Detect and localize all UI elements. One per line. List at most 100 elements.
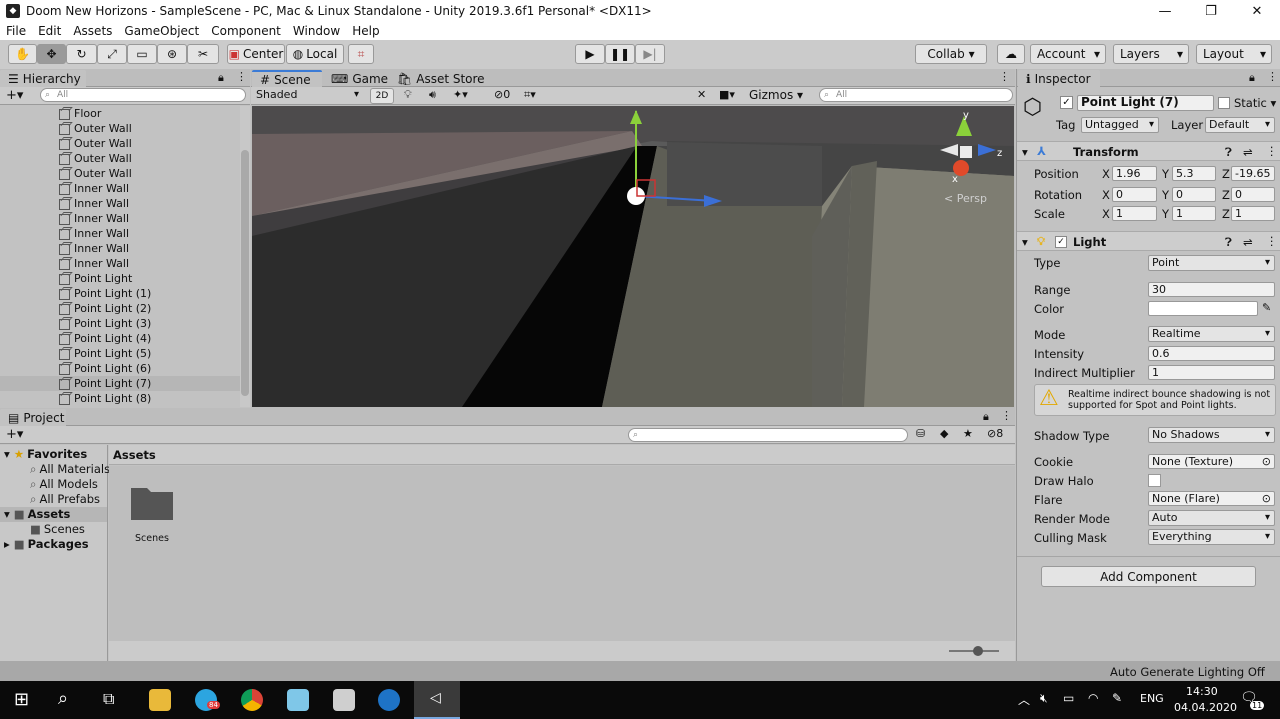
create-dropdown[interactable]: +▾ (6, 427, 23, 442)
static-dropdown[interactable]: Static ▾ (1234, 96, 1276, 110)
culling-mask-dropdown[interactable]: Everything (1148, 529, 1275, 545)
wifi-icon[interactable]: ◠ (1088, 691, 1098, 705)
step-button[interactable]: ▶| (635, 44, 665, 64)
layer-dropdown[interactable]: Default (1205, 117, 1275, 133)
project-tree-item[interactable]: ■ Scenes (0, 522, 107, 537)
layout-dropdown[interactable]: Layout ▾ (1196, 44, 1272, 64)
language-indicator[interactable]: ENG (1140, 692, 1164, 705)
2d-toggle[interactable]: 2D (370, 88, 394, 104)
foldout-arrow-icon[interactable]: ▸ (4, 537, 14, 551)
volume-muted-icon[interactable]: 🔇︎ (1040, 691, 1048, 706)
hierarchy-item[interactable]: Point Light (6) (0, 361, 240, 376)
unity-taskbar-button[interactable]: ◁ (414, 681, 460, 719)
scale-y-field[interactable]: 1 (1172, 206, 1216, 221)
scrollbar-thumb[interactable] (241, 150, 249, 396)
foldout-arrow-icon[interactable]: ▾ (1022, 235, 1028, 249)
object-picker-icon[interactable]: ⊙ (1262, 455, 1271, 468)
gizmos-dropdown[interactable]: Gizmos ▾ (749, 88, 803, 102)
position-x-label[interactable]: X (1102, 167, 1110, 181)
asset-item-scenes[interactable]: Scenes (127, 484, 177, 544)
tab-inspector[interactable]: ℹ Inspector (1018, 70, 1100, 87)
hierarchy-item[interactable]: Inner Wall (0, 196, 240, 211)
project-tree-item[interactable]: ▾ ■ Assets (0, 507, 107, 522)
hierarchy-item[interactable]: Inner Wall (0, 211, 240, 226)
hierarchy-item[interactable]: Point Light (2) (0, 301, 240, 316)
render-mode-dropdown[interactable]: Auto (1148, 510, 1275, 526)
chrome-icon[interactable] (241, 689, 263, 711)
shading-mode-dropdown[interactable]: Shaded (253, 88, 363, 104)
rotation-y-field[interactable]: 0 (1172, 187, 1216, 202)
light-header[interactable]: ▾ 💡︎ ✓ Light ❓︎ ⇌ ⋮ (1017, 231, 1280, 251)
lock-icon[interactable]: 🔒︎ (1249, 71, 1255, 85)
preset-icon[interactable]: ⇌ (1243, 145, 1253, 159)
cloud-icon[interactable]: ☁ (997, 44, 1025, 64)
file-explorer-icon[interactable] (149, 689, 171, 711)
zoom-slider-thumb[interactable] (973, 646, 983, 656)
pen-icon[interactable]: ✎ (1112, 691, 1122, 705)
pivot-center-button[interactable]: ▣ Center (227, 44, 285, 64)
component-menu-icon[interactable]: ⋮ (1266, 144, 1278, 158)
search-by-type-icon[interactable]: ⛁ (916, 427, 925, 440)
hierarchy-item[interactable]: Outer Wall (0, 136, 240, 151)
hierarchy-item[interactable]: Floor (0, 106, 240, 121)
component-menu-icon[interactable]: ⋮ (1266, 234, 1278, 248)
notepad-icon[interactable] (287, 689, 309, 711)
indirect-multiplier-field[interactable]: 1 (1148, 365, 1275, 380)
transform-tool-icon[interactable]: ⊛ (157, 44, 187, 64)
project-tree-item[interactable]: ⌕ All Materials (0, 462, 110, 477)
account-dropdown[interactable]: Account ▾ (1030, 44, 1106, 64)
windows-start-icon[interactable]: ⊞ (14, 689, 29, 710)
scale-y-label[interactable]: Y (1162, 207, 1169, 221)
grid-snap-icon[interactable]: ⌗ (348, 44, 374, 64)
scene-viewport[interactable]: y z x < Persp (252, 106, 1014, 407)
audio-toggle-icon[interactable]: 🔊︎ (429, 88, 436, 102)
scale-x-label[interactable]: X (1102, 207, 1110, 221)
maximize-button[interactable]: ❐ (1188, 0, 1234, 22)
eyedropper-icon[interactable]: ✎ (1262, 301, 1271, 314)
draw-halo-checkbox[interactable] (1148, 474, 1161, 487)
persp-label[interactable]: < Persp (944, 192, 987, 205)
rotation-x-label[interactable]: X (1102, 188, 1110, 202)
hierarchy-item[interactable]: Outer Wall (0, 166, 240, 181)
position-z-field[interactable]: -19.65 (1231, 166, 1275, 181)
hierarchy-item[interactable]: Point Light (3) (0, 316, 240, 331)
project-tree-item[interactable]: ⌕ All Models (0, 477, 107, 492)
scene-render[interactable] (252, 106, 1014, 407)
foldout-arrow-icon[interactable]: ▾ (4, 447, 14, 461)
minimize-button[interactable]: — (1142, 0, 1188, 22)
task-view-icon[interactable]: ⧉ (103, 689, 114, 709)
menu-help[interactable]: Help (346, 24, 385, 38)
cookie-object-field[interactable]: None (Texture) ⊙ (1148, 454, 1275, 469)
preset-icon[interactable]: ⇌ (1243, 235, 1253, 249)
tag-dropdown[interactable]: Untagged (1081, 117, 1159, 133)
menu-window[interactable]: Window (287, 24, 346, 38)
project-tree-item[interactable]: ⌕ All Prefabs (0, 492, 107, 507)
collab-button[interactable]: Collab ▾ (915, 44, 987, 64)
breadcrumb-assets[interactable]: Assets (113, 448, 156, 462)
position-z-label[interactable]: Z (1222, 167, 1230, 181)
space-local-button[interactable]: ◍ Local (286, 44, 344, 64)
hierarchy-item[interactable]: Point Light (5) (0, 346, 240, 361)
search-icon[interactable]: ⌕ (58, 688, 68, 709)
tab-game[interactable]: ⌨ Game (323, 70, 396, 87)
lock-icon[interactable]: 🔒︎ (983, 410, 989, 424)
range-field[interactable]: 30 (1148, 282, 1275, 297)
favorites-star-icon[interactable]: ★ (963, 427, 973, 440)
rect-tool-icon[interactable]: ▭ (127, 44, 157, 64)
tab-project[interactable]: ▤ Project (0, 409, 66, 426)
hierarchy-item[interactable]: Inner Wall (0, 241, 240, 256)
lighting-toggle-icon[interactable]: 💡︎ (404, 88, 412, 102)
hierarchy-scrollbar[interactable] (240, 106, 250, 407)
static-checkbox[interactable] (1218, 97, 1230, 109)
menu-gameobject[interactable]: GameObject (118, 24, 205, 38)
hierarchy-item[interactable]: Point Light (4) (0, 331, 240, 346)
tab-hierarchy[interactable]: ☰ Hierarchy (0, 70, 86, 87)
clock-date[interactable]: 04.04.2020 (1174, 701, 1237, 714)
scale-x-field[interactable]: 1 (1112, 206, 1157, 221)
type-dropdown[interactable]: Point (1148, 255, 1275, 271)
menu-dots-icon[interactable]: ⋮ (236, 70, 247, 83)
position-y-label[interactable]: Y (1162, 167, 1169, 181)
layers-dropdown[interactable]: Layers ▾ (1113, 44, 1189, 64)
telegram-icon[interactable]: 84 (195, 689, 220, 711)
project-tree-item[interactable]: ▾ ★ Favorites (0, 447, 107, 462)
